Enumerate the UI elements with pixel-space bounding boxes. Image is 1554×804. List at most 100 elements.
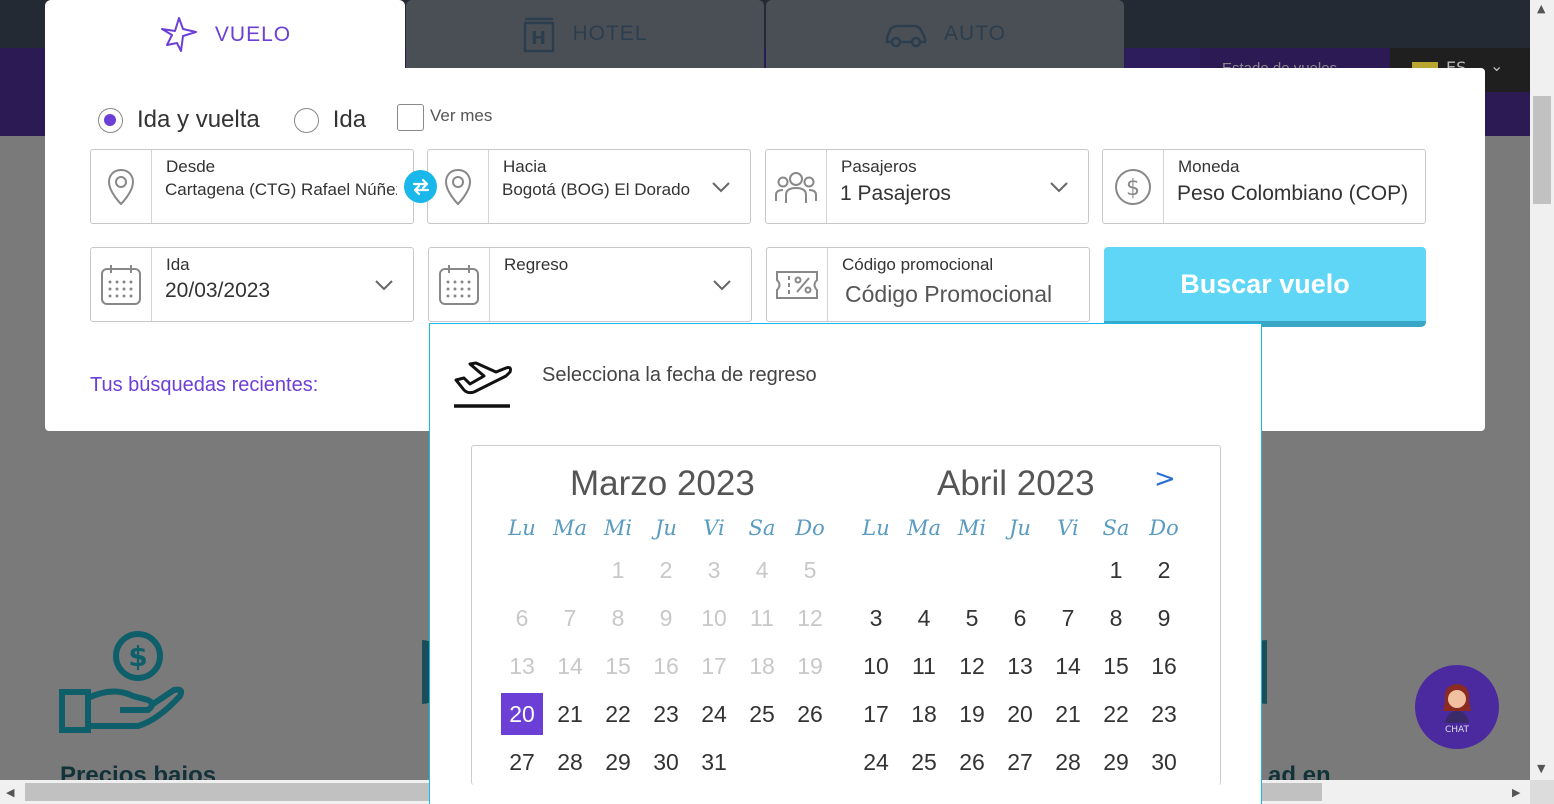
return-date-picker: Selecciona la fecha de regreso Marzo 202…: [429, 323, 1262, 804]
calendar-day[interactable]: 21: [549, 693, 591, 735]
calendar-day[interactable]: 24: [693, 693, 735, 735]
weekday-label: Lu: [508, 516, 536, 540]
destination-field[interactable]: Hacia Bogotá (BOG) El Dorado: [427, 149, 751, 224]
calendar-day[interactable]: 31: [693, 741, 735, 783]
calendar-day[interactable]: 11: [903, 645, 945, 687]
calendar-day[interactable]: 29: [1095, 741, 1137, 783]
currency-value[interactable]: Peso Colombiano (COP): [1177, 182, 1417, 206]
search-flight-button[interactable]: Buscar vuelo: [1104, 247, 1426, 327]
calendar-day[interactable]: 27: [501, 741, 543, 783]
calendar-day[interactable]: 4: [903, 597, 945, 639]
calendar-day[interactable]: 9: [1143, 597, 1185, 639]
scroll-up-icon[interactable]: ▲: [1537, 2, 1545, 15]
calendar-day[interactable]: 6: [999, 597, 1041, 639]
calendar-day[interactable]: 10: [855, 645, 897, 687]
calendar-day[interactable]: 19: [951, 693, 993, 735]
calendar-day: 2: [659, 557, 673, 583]
calendar-day[interactable]: 16: [1143, 645, 1185, 687]
calendar-day[interactable]: 21: [1047, 693, 1089, 735]
passengers-field[interactable]: Pasajeros 1 Pasajeros: [765, 149, 1089, 224]
calendar-day[interactable]: 23: [645, 693, 687, 735]
calendar-day: 11: [750, 605, 774, 631]
calendar-day[interactable]: 12: [951, 645, 993, 687]
calendar-day[interactable]: 3: [855, 597, 897, 639]
calendar-day[interactable]: 28: [1047, 741, 1089, 783]
calendar-day[interactable]: 5: [951, 597, 993, 639]
return-label: Regreso: [504, 255, 569, 274]
one-way-option[interactable]: Ida: [293, 106, 367, 134]
calendar-day[interactable]: 8: [1095, 597, 1137, 639]
calendar-day[interactable]: 28: [549, 741, 591, 783]
tab-hotel[interactable]: H HOTEL: [406, 0, 764, 68]
promo-input[interactable]: Código Promocional: [845, 281, 1052, 308]
destination-label: Hacia: [503, 157, 547, 176]
swap-icon[interactable]: [404, 170, 437, 203]
calendar-day[interactable]: 15: [1095, 645, 1137, 687]
departure-date-field[interactable]: Ida 20/03/2023: [90, 247, 414, 322]
calendar-day[interactable]: 26: [951, 741, 993, 783]
round-trip-option[interactable]: Ida y vuelta: [98, 106, 260, 134]
passengers-value[interactable]: 1 Pasajeros: [840, 182, 951, 206]
calendar-day[interactable]: 20: [999, 693, 1041, 735]
calendar-day[interactable]: 25: [741, 693, 783, 735]
round-trip-radio[interactable]: [98, 107, 123, 133]
weekday-label: Ju: [1009, 516, 1031, 540]
see-month-checkbox[interactable]: [397, 104, 424, 131]
calendar-day[interactable]: 22: [597, 693, 639, 735]
selected-day[interactable]: 20: [501, 693, 543, 735]
origin-field[interactable]: Desde Cartagena (CTG) Rafael Núñez: [90, 149, 414, 224]
calendar-day[interactable]: 22: [1095, 693, 1137, 735]
departure-value[interactable]: 20/03/2023: [165, 279, 270, 303]
calendar-day: 3: [707, 557, 721, 583]
tab-vuelo[interactable]: VUELO: [45, 0, 405, 70]
weekday-label: Vi: [703, 516, 725, 540]
calendar-day[interactable]: 1: [1095, 549, 1137, 591]
chevron-down-icon[interactable]: [710, 176, 732, 198]
calendar-day[interactable]: 13: [999, 645, 1041, 687]
calendar-day: 16: [653, 653, 679, 679]
calendar-day[interactable]: 7: [1047, 597, 1089, 639]
plane-icon: [160, 17, 197, 52]
calendar-day: 8: [611, 605, 625, 631]
trip-type-group: Ida y vuelta Ida: [98, 106, 400, 134]
tab-auto[interactable]: AUTO: [766, 0, 1124, 68]
destination-value[interactable]: Bogotá (BOG) El Dorado: [502, 180, 690, 200]
chevron-down-icon[interactable]: [373, 274, 395, 296]
hotel-icon: H: [524, 17, 555, 53]
origin-label: Desde: [166, 157, 216, 176]
calendar-day[interactable]: 17: [855, 693, 897, 735]
one-way-radio[interactable]: [293, 107, 319, 133]
calendar-day[interactable]: 29: [597, 741, 639, 783]
one-way-label: Ida: [332, 106, 367, 133]
chevron-down-icon[interactable]: [711, 274, 733, 296]
promo-code-field[interactable]: Código promocional Código Promocional: [766, 247, 1090, 322]
calendar-day: 7: [563, 605, 577, 631]
next-month-arrow[interactable]: >: [1154, 464, 1176, 494]
calendar-day[interactable]: 24: [855, 741, 897, 783]
calendar-day[interactable]: 14: [1047, 645, 1089, 687]
calendar-day[interactable]: 30: [1143, 741, 1185, 783]
avatar-icon: [1443, 684, 1471, 723]
tab-label: AUTO: [944, 22, 1006, 45]
calendar-day: 1: [611, 557, 625, 583]
vertical-scroll-thumb[interactable]: [1533, 96, 1551, 204]
calendar-day[interactable]: 23: [1143, 693, 1185, 735]
calendar-day[interactable]: 25: [903, 741, 945, 783]
calendar-day[interactable]: 18: [903, 693, 945, 735]
chat-button[interactable]: CHAT: [1415, 665, 1499, 749]
scroll-right-icon[interactable]: ▶: [1512, 786, 1520, 799]
currency-field[interactable]: $ Moneda Peso Colombiano (COP): [1102, 149, 1426, 224]
calendar-day: 14: [557, 653, 583, 679]
calendar-day[interactable]: 27: [999, 741, 1041, 783]
calendar-day: 10: [701, 605, 727, 631]
calendar-day[interactable]: 26: [789, 693, 831, 735]
weekday-label: Sa: [748, 516, 776, 540]
return-date-field[interactable]: Regreso: [428, 247, 752, 322]
origin-value[interactable]: Cartagena (CTG) Rafael Núñez: [165, 180, 397, 200]
scroll-down-icon[interactable]: ▼: [1537, 762, 1545, 775]
calendar-day[interactable]: 30: [645, 741, 687, 783]
location-icon: [428, 150, 489, 223]
scroll-left-icon[interactable]: ◀: [6, 786, 14, 799]
chevron-down-icon[interactable]: [1048, 176, 1070, 198]
calendar-day[interactable]: 2: [1143, 549, 1185, 591]
